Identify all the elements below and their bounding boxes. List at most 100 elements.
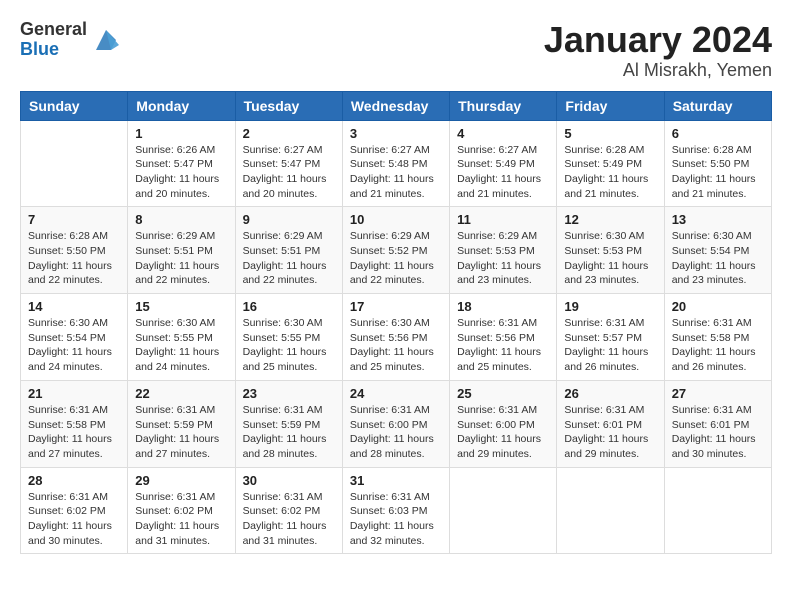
calendar-cell: 15 Sunrise: 6:30 AM Sunset: 5:55 PM Dayli…	[128, 294, 235, 381]
calendar-subtitle: Al Misrakh, Yemen	[544, 60, 772, 81]
day-number: 17	[350, 299, 442, 314]
calendar-week-row: 7Sunrise: 6:28 AM Sunset: 5:50 PM Daylig…	[21, 207, 772, 294]
day-number: 12	[564, 212, 656, 227]
calendar-cell: 25Sunrise: 6:31 AM Sunset: 6:00 PM Dayli…	[450, 380, 557, 467]
day-info: Sunrise: 6:31 AM Sunset: 5:59 PM Dayligh…	[135, 403, 227, 462]
day-number: 30	[243, 473, 335, 488]
calendar-cell: 6Sunrise: 6:28 AM Sunset: 5:50 PM Daylig…	[664, 120, 771, 207]
day-number: 24	[350, 386, 442, 401]
calendar-week-row: 21 Sunrise: 6:31 AM Sunset: 5:58 PM Dayli…	[21, 380, 772, 467]
day-info: Sunrise: 6:30 AM Sunset: 5:55 PM Dayligh…	[135, 316, 227, 375]
day-number: 9	[243, 212, 335, 227]
day-info: Sunrise: 6:30 AM Sunset: 5:53 PM Dayligh…	[564, 229, 656, 288]
day-number: 14	[28, 299, 120, 314]
day-number: 31	[350, 473, 442, 488]
day-info: Sunrise: 6:29 AM Sunset: 5:52 PM Dayligh…	[350, 229, 442, 288]
calendar-day-header: Wednesday	[342, 91, 449, 120]
logo-icon	[91, 25, 121, 55]
day-number: 1	[135, 126, 227, 141]
title-block: January 2024 Al Misrakh, Yemen	[544, 20, 772, 81]
calendar-cell: 22 Sunrise: 6:31 AM Sunset: 5:59 PM Dayli…	[128, 380, 235, 467]
day-info: Sunrise: 6:31 AM Sunset: 6:01 PM Dayligh…	[672, 403, 764, 462]
calendar-week-row: 28 Sunrise: 6:31 AM Sunset: 6:02 PM Dayli…	[21, 467, 772, 554]
calendar-cell: 17 Sunrise: 6:30 AM Sunset: 5:56 PM Dayli…	[342, 294, 449, 381]
day-info: Sunrise: 6:29 AM Sunset: 5:51 PM Dayligh…	[243, 229, 335, 288]
calendar-cell: 19 Sunrise: 6:31 AM Sunset: 5:57 PM Dayli…	[557, 294, 664, 381]
calendar-cell: 12 Sunrise: 6:30 AM Sunset: 5:53 PM Dayli…	[557, 207, 664, 294]
day-info: Sunrise: 6:29 AM Sunset: 5:53 PM Dayligh…	[457, 229, 549, 288]
calendar-cell: 20 Sunrise: 6:31 AM Sunset: 5:58 PM Dayli…	[664, 294, 771, 381]
day-number: 26	[564, 386, 656, 401]
day-info: Sunrise: 6:30 AM Sunset: 5:54 PM Dayligh…	[672, 229, 764, 288]
calendar-cell: 13Sunrise: 6:30 AM Sunset: 5:54 PM Dayli…	[664, 207, 771, 294]
day-info: Sunrise: 6:31 AM Sunset: 5:58 PM Dayligh…	[28, 403, 120, 462]
calendar-cell	[450, 467, 557, 554]
calendar-cell: 30Sunrise: 6:31 AM Sunset: 6:02 PM Dayli…	[235, 467, 342, 554]
day-number: 22	[135, 386, 227, 401]
calendar-cell	[557, 467, 664, 554]
day-number: 27	[672, 386, 764, 401]
day-info: Sunrise: 6:26 AM Sunset: 5:47 PM Dayligh…	[135, 143, 227, 202]
calendar-title: January 2024	[544, 20, 772, 60]
day-info: Sunrise: 6:31 AM Sunset: 6:01 PM Dayligh…	[564, 403, 656, 462]
day-info: Sunrise: 6:27 AM Sunset: 5:47 PM Dayligh…	[243, 143, 335, 202]
day-info: Sunrise: 6:27 AM Sunset: 5:49 PM Dayligh…	[457, 143, 549, 202]
day-number: 25	[457, 386, 549, 401]
calendar-day-header: Thursday	[450, 91, 557, 120]
calendar-cell: 3 Sunrise: 6:27 AM Sunset: 5:48 PM Daylig…	[342, 120, 449, 207]
logo-general-text: General	[20, 20, 87, 40]
calendar-day-header: Sunday	[21, 91, 128, 120]
day-info: Sunrise: 6:31 AM Sunset: 5:58 PM Dayligh…	[672, 316, 764, 375]
day-info: Sunrise: 6:28 AM Sunset: 5:50 PM Dayligh…	[672, 143, 764, 202]
calendar-cell: 8Sunrise: 6:29 AM Sunset: 5:51 PM Daylig…	[128, 207, 235, 294]
logo: General Blue	[20, 20, 121, 60]
calendar-cell: 7Sunrise: 6:28 AM Sunset: 5:50 PM Daylig…	[21, 207, 128, 294]
calendar-cell: 5Sunrise: 6:28 AM Sunset: 5:49 PM Daylig…	[557, 120, 664, 207]
day-info: Sunrise: 6:30 AM Sunset: 5:56 PM Dayligh…	[350, 316, 442, 375]
day-info: Sunrise: 6:31 AM Sunset: 6:02 PM Dayligh…	[135, 490, 227, 549]
calendar-cell: 16 Sunrise: 6:30 AM Sunset: 5:55 PM Dayli…	[235, 294, 342, 381]
calendar-week-row: 1 Sunrise: 6:26 AM Sunset: 5:47 PM Daylig…	[21, 120, 772, 207]
calendar-cell: 28 Sunrise: 6:31 AM Sunset: 6:02 PM Dayli…	[21, 467, 128, 554]
calendar-cell: 27 Sunrise: 6:31 AM Sunset: 6:01 PM Dayli…	[664, 380, 771, 467]
calendar-table: SundayMondayTuesdayWednesdayThursdayFrid…	[20, 91, 772, 555]
day-info: Sunrise: 6:31 AM Sunset: 5:59 PM Dayligh…	[243, 403, 335, 462]
day-info: Sunrise: 6:31 AM Sunset: 6:02 PM Dayligh…	[28, 490, 120, 549]
calendar-header-row: SundayMondayTuesdayWednesdayThursdayFrid…	[21, 91, 772, 120]
day-info: Sunrise: 6:31 AM Sunset: 5:57 PM Dayligh…	[564, 316, 656, 375]
day-info: Sunrise: 6:27 AM Sunset: 5:48 PM Dayligh…	[350, 143, 442, 202]
day-number: 20	[672, 299, 764, 314]
day-number: 16	[243, 299, 335, 314]
day-number: 15	[135, 299, 227, 314]
day-number: 21	[28, 386, 120, 401]
day-number: 28	[28, 473, 120, 488]
calendar-day-header: Tuesday	[235, 91, 342, 120]
calendar-cell: 2 Sunrise: 6:27 AM Sunset: 5:47 PM Daylig…	[235, 120, 342, 207]
calendar-cell: 14Sunrise: 6:30 AM Sunset: 5:54 PM Dayli…	[21, 294, 128, 381]
calendar-cell	[664, 467, 771, 554]
day-info: Sunrise: 6:31 AM Sunset: 6:00 PM Dayligh…	[350, 403, 442, 462]
day-info: Sunrise: 6:28 AM Sunset: 5:50 PM Dayligh…	[28, 229, 120, 288]
day-info: Sunrise: 6:29 AM Sunset: 5:51 PM Dayligh…	[135, 229, 227, 288]
page-header: General Blue January 2024 Al Misrakh, Ye…	[20, 20, 772, 81]
day-number: 11	[457, 212, 549, 227]
day-info: Sunrise: 6:31 AM Sunset: 6:03 PM Dayligh…	[350, 490, 442, 549]
day-number: 2	[243, 126, 335, 141]
logo-blue-text: Blue	[20, 40, 87, 60]
day-number: 3	[350, 126, 442, 141]
day-info: Sunrise: 6:30 AM Sunset: 5:55 PM Dayligh…	[243, 316, 335, 375]
calendar-cell: 21 Sunrise: 6:31 AM Sunset: 5:58 PM Dayli…	[21, 380, 128, 467]
calendar-day-header: Saturday	[664, 91, 771, 120]
calendar-cell: 10Sunrise: 6:29 AM Sunset: 5:52 PM Dayli…	[342, 207, 449, 294]
day-info: Sunrise: 6:28 AM Sunset: 5:49 PM Dayligh…	[564, 143, 656, 202]
calendar-cell: 11 Sunrise: 6:29 AM Sunset: 5:53 PM Dayli…	[450, 207, 557, 294]
calendar-cell: 26 Sunrise: 6:31 AM Sunset: 6:01 PM Dayli…	[557, 380, 664, 467]
day-number: 19	[564, 299, 656, 314]
day-info: Sunrise: 6:31 AM Sunset: 5:56 PM Dayligh…	[457, 316, 549, 375]
calendar-day-header: Monday	[128, 91, 235, 120]
day-number: 4	[457, 126, 549, 141]
calendar-cell: 9 Sunrise: 6:29 AM Sunset: 5:51 PM Daylig…	[235, 207, 342, 294]
calendar-cell: 23Sunrise: 6:31 AM Sunset: 5:59 PM Dayli…	[235, 380, 342, 467]
day-number: 29	[135, 473, 227, 488]
calendar-cell: 18Sunrise: 6:31 AM Sunset: 5:56 PM Dayli…	[450, 294, 557, 381]
